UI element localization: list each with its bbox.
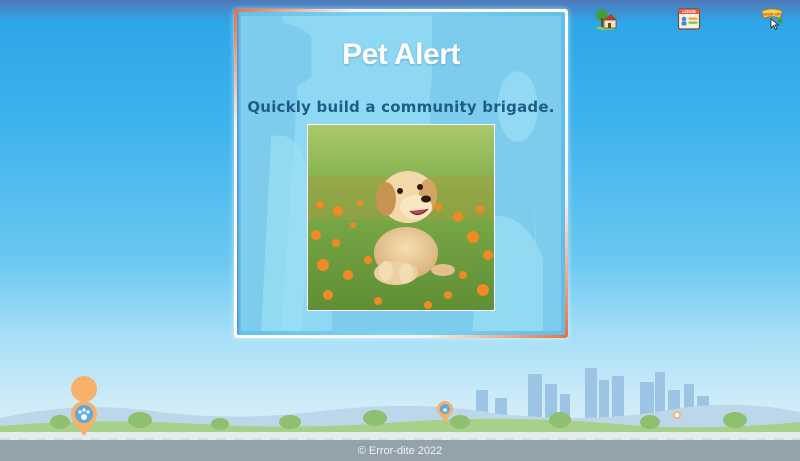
signup-icon-text: SIGN UP (764, 12, 781, 17)
login-icon-text: LOGIN (682, 9, 695, 14)
hero-card-panel: Pet Alert Quickly build a community brig… (241, 16, 561, 331)
tagline: Quickly build a community brigade. (247, 98, 555, 116)
home-nav-button[interactable] (594, 7, 618, 31)
home-icon (596, 9, 617, 30)
footer-copyright: © Error-dite 2022 (357, 445, 443, 457)
signup-nav-button[interactable]: SIGN UP (760, 7, 784, 31)
puppy-photo (307, 124, 495, 311)
page-title: Pet Alert (342, 38, 460, 71)
login-icon: LOGIN (677, 8, 701, 30)
hero-card-frame: Pet Alert Quickly build a community brig… (237, 12, 565, 335)
hero-card: Pet Alert Quickly build a community brig… (234, 9, 568, 338)
tiny-map-pin-icon (673, 411, 681, 419)
signup-icon: SIGN UP (761, 8, 783, 31)
login-nav-button[interactable]: LOGIN (677, 7, 701, 31)
